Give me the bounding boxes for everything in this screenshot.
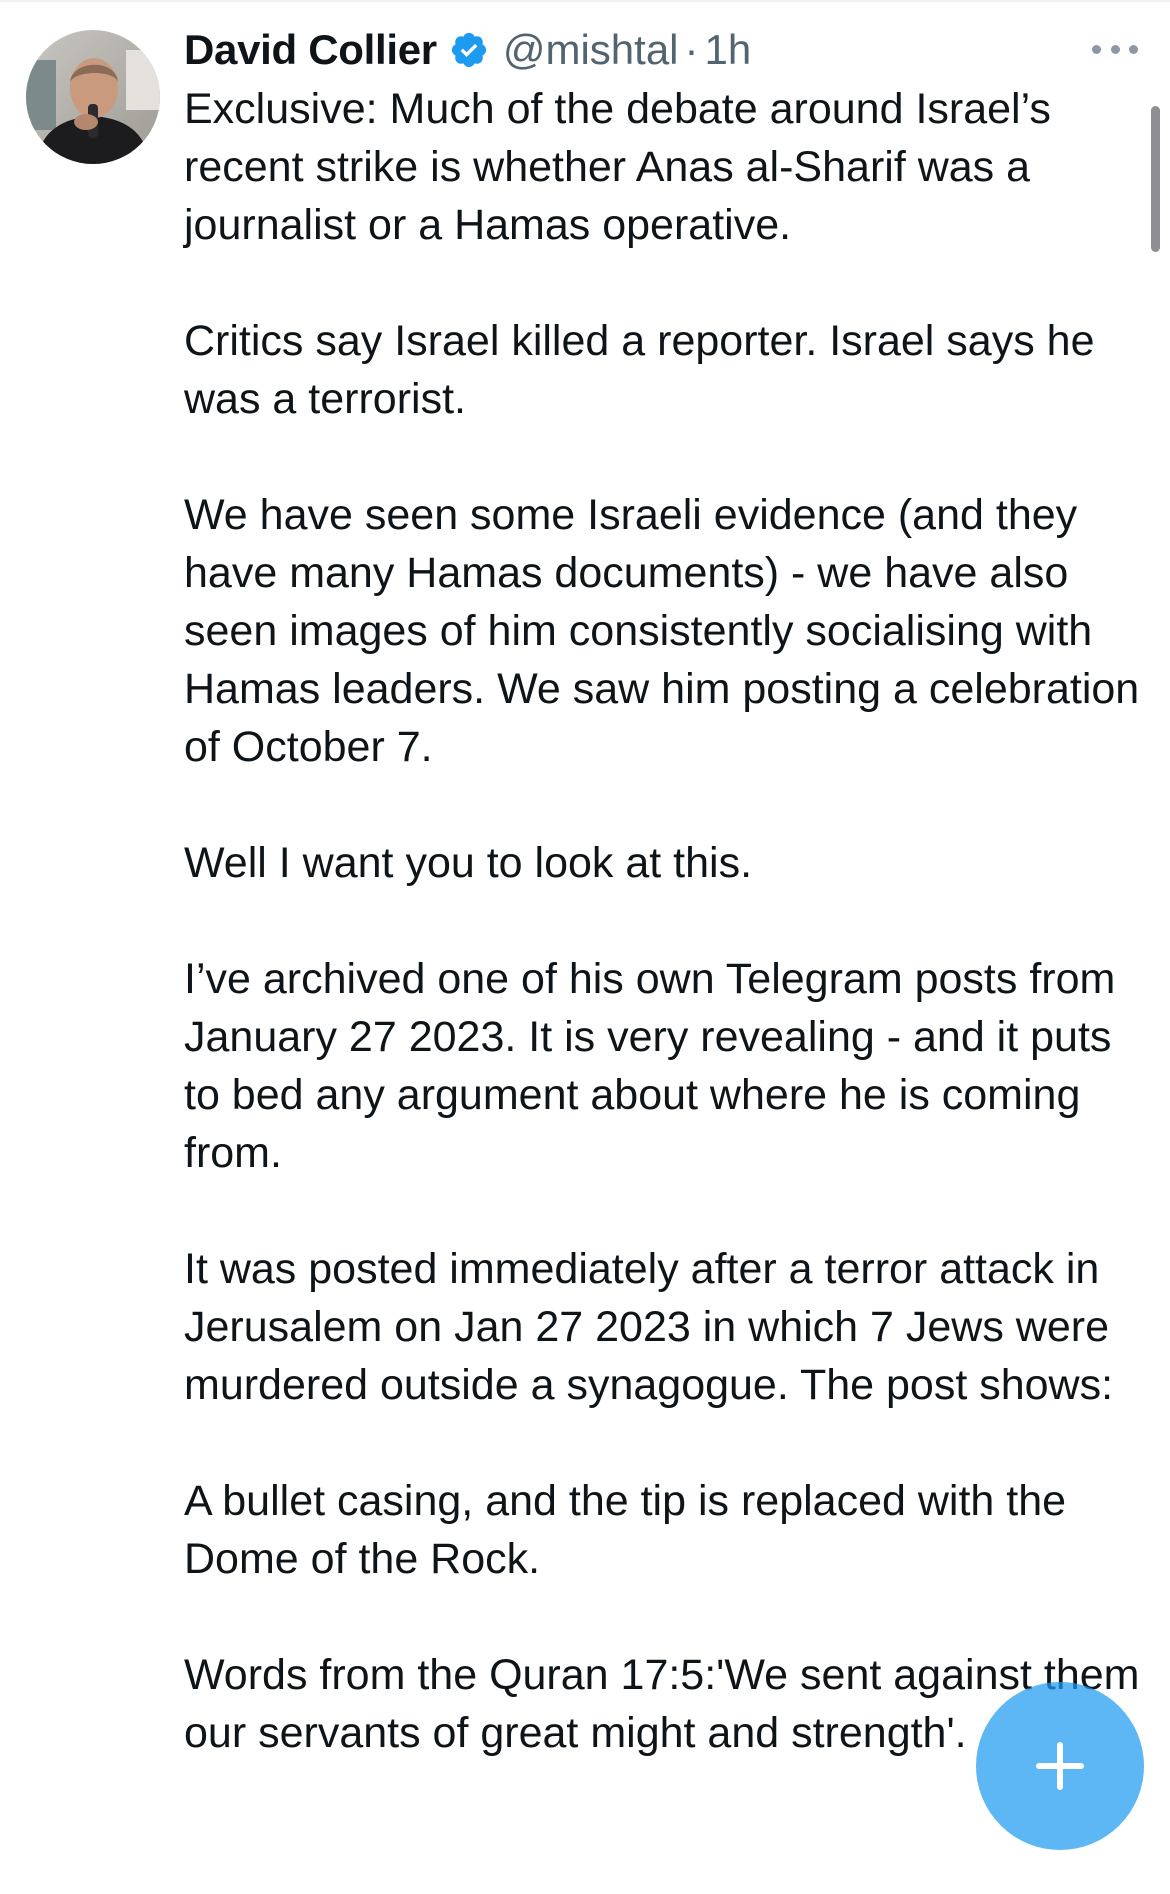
more-options-icon[interactable] <box>1092 34 1138 64</box>
author-avatar[interactable] <box>26 30 160 164</box>
tweet-paragraph: A bullet casing, and the tip is replaced… <box>184 1477 1067 1583</box>
tweet-header: David Collier @mishtal · 1h <box>184 22 751 78</box>
tweet-paragraph: Well I want you to look at this. <box>184 839 753 887</box>
avatar-photo <box>26 30 160 164</box>
tweet-paragraph: Exclusive: Much of the debate around Isr… <box>184 85 1051 249</box>
tweet-paragraph: It was posted immediately after a terror… <box>184 1245 1114 1409</box>
more-dot <box>1092 44 1101 54</box>
tweet-paragraph: I’ve archived one of his own Telegram po… <box>184 955 1116 1177</box>
more-dot <box>1129 44 1138 54</box>
verified-badge-icon <box>449 30 489 70</box>
author-handle[interactable]: @mishtal <box>503 26 679 74</box>
scrollbar[interactable] <box>1151 106 1160 252</box>
separator-dot: · <box>684 26 699 73</box>
top-divider <box>0 0 1170 2</box>
compose-plus-icon <box>1036 1742 1084 1790</box>
tweet-paragraph: We have seen some Israeli evidence (and … <box>184 491 1140 771</box>
tweet-paragraph: Critics say Israel killed a reporter. Is… <box>184 317 1095 423</box>
more-dot <box>1110 44 1120 54</box>
author-name[interactable]: David Collier <box>184 26 437 74</box>
tweet-timestamp[interactable]: 1h <box>705 26 752 74</box>
compose-button[interactable] <box>976 1682 1144 1850</box>
tweet-text: Exclusive: Much of the debate around Isr… <box>184 80 1144 1820</box>
